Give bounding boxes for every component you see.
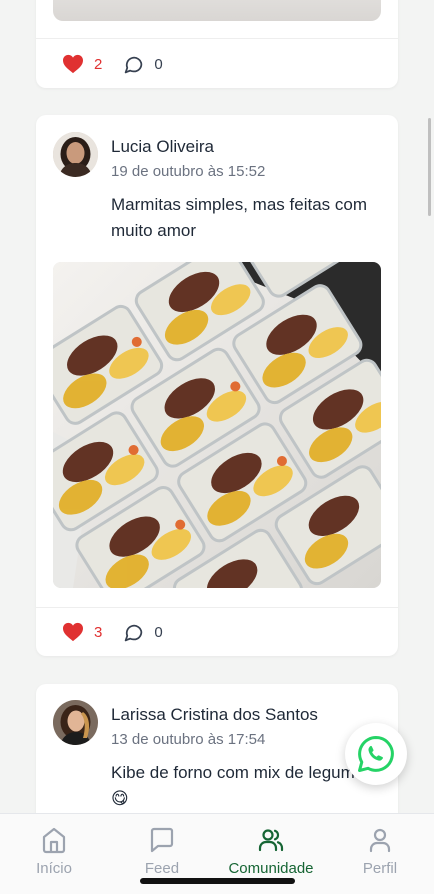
author-name[interactable]: Lucia Oliveira [111,137,214,157]
scrollbar[interactable] [428,118,431,216]
avatar[interactable] [53,132,98,177]
heart-icon[interactable] [62,622,84,642]
comment-icon[interactable] [123,622,144,643]
tab-label: Comunidade [228,860,314,877]
like-count: 2 [94,55,103,73]
post-time: 13 de outubro às 17:54 [111,731,266,748]
post-card: Lucia Oliveira 19 de outubro às 15:52 Ma… [36,115,398,656]
users-icon [258,829,284,852]
post-image[interactable] [53,0,381,21]
post-time: 19 de outubro às 15:52 [111,163,266,180]
meal-prep-photo [53,262,381,588]
tab-inicio[interactable]: Início [0,826,108,877]
home-icon [42,827,66,854]
whatsapp-button[interactable] [345,723,407,785]
comment-count: 0 [154,55,163,73]
post-actions: 2 0 [62,52,163,76]
card-divider [36,38,398,39]
post-actions: 3 0 [62,620,163,644]
user-icon [369,828,391,853]
tab-label: Perfil [362,860,398,877]
message-square-icon [150,827,174,853]
avatar-image [53,700,98,745]
post-card: 2 0 [36,0,398,88]
like-count: 3 [94,623,103,641]
tab-label: Feed [144,860,180,877]
card-divider [36,607,398,608]
post-image[interactable] [53,262,381,588]
tab-comunidade[interactable]: Comunidade [217,826,325,877]
author-name[interactable]: Larissa Cristina dos Santos [111,705,318,725]
tab-perfil[interactable]: Perfil [326,826,434,877]
post-text: Kibe de forno com mix de legumes 😋 [111,763,373,808]
comment-count: 0 [154,623,163,641]
post-text: Marmitas simples, mas feitas com muito a… [111,195,367,240]
tab-label: Início [36,860,72,877]
home-indicator [140,878,295,884]
tab-feed[interactable]: Feed [108,826,216,877]
avatar-image [53,132,98,177]
avatar[interactable] [53,700,98,745]
comment-icon[interactable] [123,54,144,75]
heart-icon[interactable] [62,54,84,74]
whatsapp-icon [358,736,394,772]
